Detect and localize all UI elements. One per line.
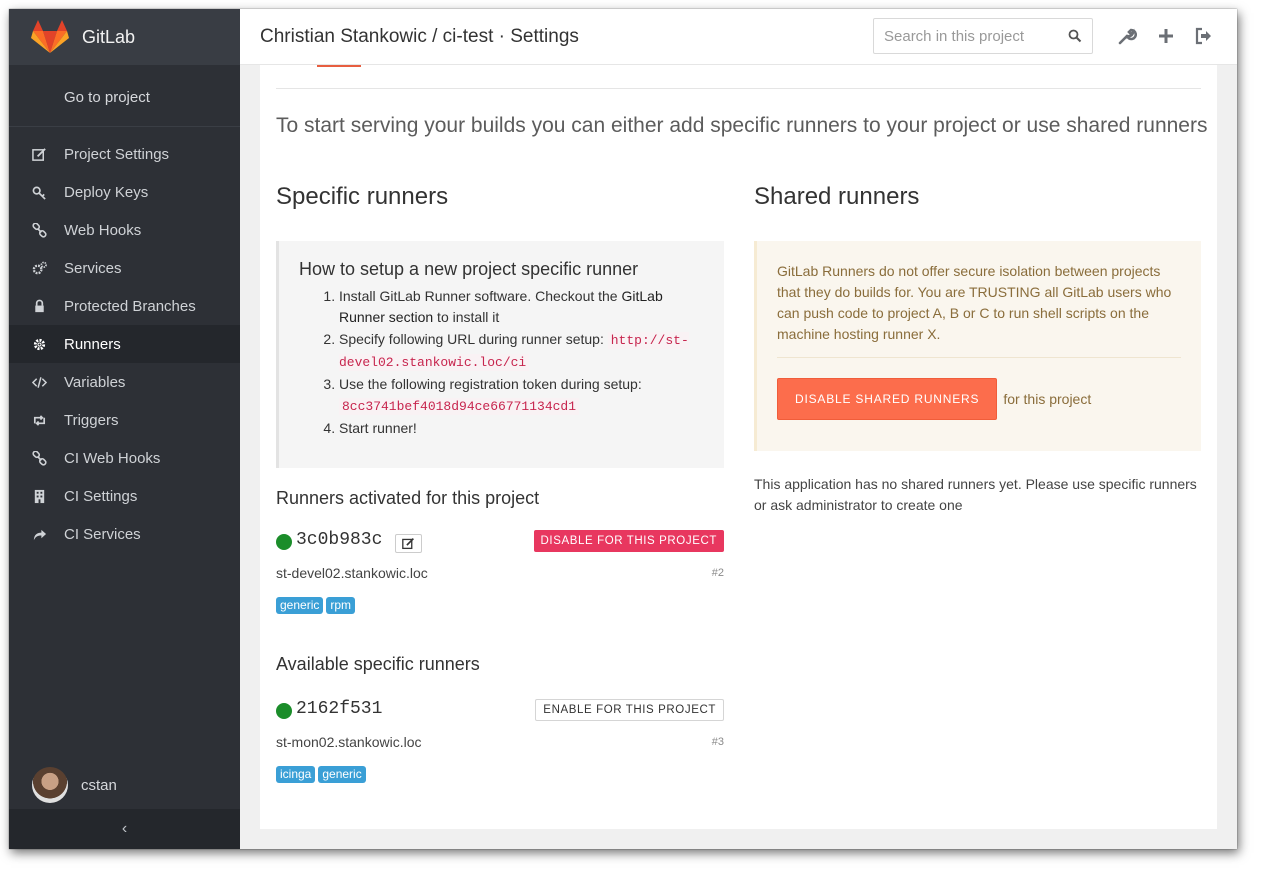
runner-token[interactable]: 3c0b983c [296,530,382,550]
warning-divider [777,357,1181,358]
runner-tag: generic [276,597,324,614]
divider [276,88,1201,89]
sign-out-icon[interactable] [1194,26,1214,46]
available-runners-title: Available specific runners [276,654,480,674]
runner-tags: icinga generic [276,766,366,783]
registration-token: 8cc3741bef4018d94ce66771134cd1 [339,398,580,415]
runner-tags: generic rpm [276,597,356,614]
link-icon [9,450,64,466]
cog-icon [9,337,64,352]
browser-window: GitLab Go to project Project Settings De… [9,9,1237,849]
edit-icon [9,147,64,162]
key-icon [9,185,64,200]
search-box [873,18,1093,54]
runner-host: st-mon02.stankowic.loc [276,734,422,750]
edit-runner-button[interactable] [395,534,422,553]
share-icon [9,527,64,542]
gitlab-logo-icon[interactable] [31,20,69,54]
collapse-sidebar-button[interactable]: ‹ [9,809,240,849]
shared-runners-section: Shared runners GitLab Runners do not off… [754,183,1201,516]
sidebar-item-services[interactable]: Services [9,249,240,287]
main-content: To start serving your builds you can eit… [260,65,1217,829]
activated-runners-title: Runners activated for this project [276,488,540,508]
sidebar: GitLab Go to project Project Settings De… [9,9,240,849]
sidebar-item-label: CI Settings [64,487,138,505]
search-input[interactable] [874,27,1054,45]
for-project-text: for this project [1003,391,1092,407]
current-user[interactable]: cstan [9,761,240,809]
runner-id: #2 [711,567,724,579]
specific-runners-section: Specific runners How to setup a new proj… [276,183,724,823]
sidebar-item-runners[interactable]: Runners [9,325,240,363]
sidebar-item-ci-web-hooks[interactable]: CI Web Hooks [9,439,240,477]
setup-title: How to setup a new project specific runn… [299,259,639,279]
runner-online-status [276,703,292,719]
setup-step-3: Use the following registration token dur… [339,374,704,417]
retweet-icon [9,413,64,428]
sidebar-item-label: Web Hooks [64,221,142,239]
shared-runners-warning: GitLab Runners do not offer secure isola… [754,241,1201,451]
runner-tag: generic [318,766,366,783]
wrench-icon[interactable] [1117,26,1137,46]
sidebar-item-deploy-keys[interactable]: Deploy Keys [9,173,240,211]
runner-tag: icinga [276,766,316,783]
setup-instructions: How to setup a new project specific runn… [276,241,724,468]
no-shared-runners-text: This application has no shared runners y… [754,476,1197,513]
shared-runner-actions: DISABLE SHARED RUNNERS for this project [777,378,1181,420]
runner-online-status [276,534,292,550]
sidebar-header: GitLab [9,9,240,65]
sidebar-item-label: Triggers [64,411,119,429]
chevron-left-icon: ‹ [121,820,128,837]
cogs-icon [9,261,64,276]
intro-text: To start serving your builds you can eit… [276,114,1208,137]
sidebar-item-project-settings[interactable]: Project Settings [9,135,240,173]
enable-for-project-button[interactable]: ENABLE FOR THIS PROJECT [535,699,724,721]
sidebar-item-web-hooks[interactable]: Web Hooks [9,211,240,249]
shared-runners-title: Shared runners [754,183,920,210]
setup-step-1: Install GitLab Runner software. Checkout… [339,286,704,328]
disable-for-project-button[interactable]: DISABLE FOR THIS PROJECT [533,530,724,552]
activated-runner: 3c0b983c DISABLE FOR THIS PROJECT st-dev… [276,530,724,654]
sidebar-item-ci-services[interactable]: CI Services [9,515,240,553]
top-header: Christian Stankowic / ci-test · Settings [240,9,1237,65]
sidebar-item-label: Variables [64,373,126,391]
search-icon[interactable] [1068,29,1082,43]
edit-icon [402,538,414,550]
runner-tag: rpm [326,597,356,614]
sidebar-item-protected-branches[interactable]: Protected Branches [9,287,240,325]
setup-step-4: Start runner! [339,418,704,439]
sidebar-item-label: Deploy Keys [64,183,149,201]
setup-steps: Install GitLab Runner software. Checkout… [299,286,704,439]
go-to-project-link[interactable]: Go to project [9,65,240,127]
avatar[interactable] [32,767,68,803]
sidebar-item-label: Project Settings [64,145,170,163]
runner-token[interactable]: 2162f531 [296,699,382,719]
disable-shared-runners-button[interactable]: DISABLE SHARED RUNNERS [777,378,998,420]
runner-host: st-devel02.stankowic.loc [276,565,428,581]
user-name[interactable]: cstan [81,777,117,794]
specific-runners-title: Specific runners [276,183,449,210]
sidebar-item-ci-settings[interactable]: CI Settings [9,477,240,515]
settings-nav: Project Settings Deploy Keys Web Hooks S… [9,127,240,553]
sidebar-item-label: Services [64,259,122,277]
active-tab-indicator [317,65,361,67]
available-runner: 2162f531 ENABLE FOR THIS PROJECT st-mon0… [276,699,724,823]
sidebar-item-triggers[interactable]: Triggers [9,401,240,439]
sidebar-item-label: CI Web Hooks [64,449,161,467]
lock-icon [9,299,64,314]
page-title: Christian Stankowic / ci-test · Settings [260,25,579,47]
sidebar-item-label: Runners [64,335,121,353]
sidebar-item-label: CI Services [64,525,141,543]
brand-name[interactable]: GitLab [82,27,135,48]
building-icon [9,489,64,504]
code-icon [9,375,64,390]
sidebar-item-variables[interactable]: Variables [9,363,240,401]
setup-step-2: Specify following URL during runner setu… [339,329,704,373]
link-icon [9,222,64,238]
sidebar-item-label: Protected Branches [64,297,196,315]
plus-icon[interactable] [1156,26,1176,46]
runner-id: #3 [711,736,724,748]
warning-text: GitLab Runners do not offer secure isola… [777,263,1172,342]
